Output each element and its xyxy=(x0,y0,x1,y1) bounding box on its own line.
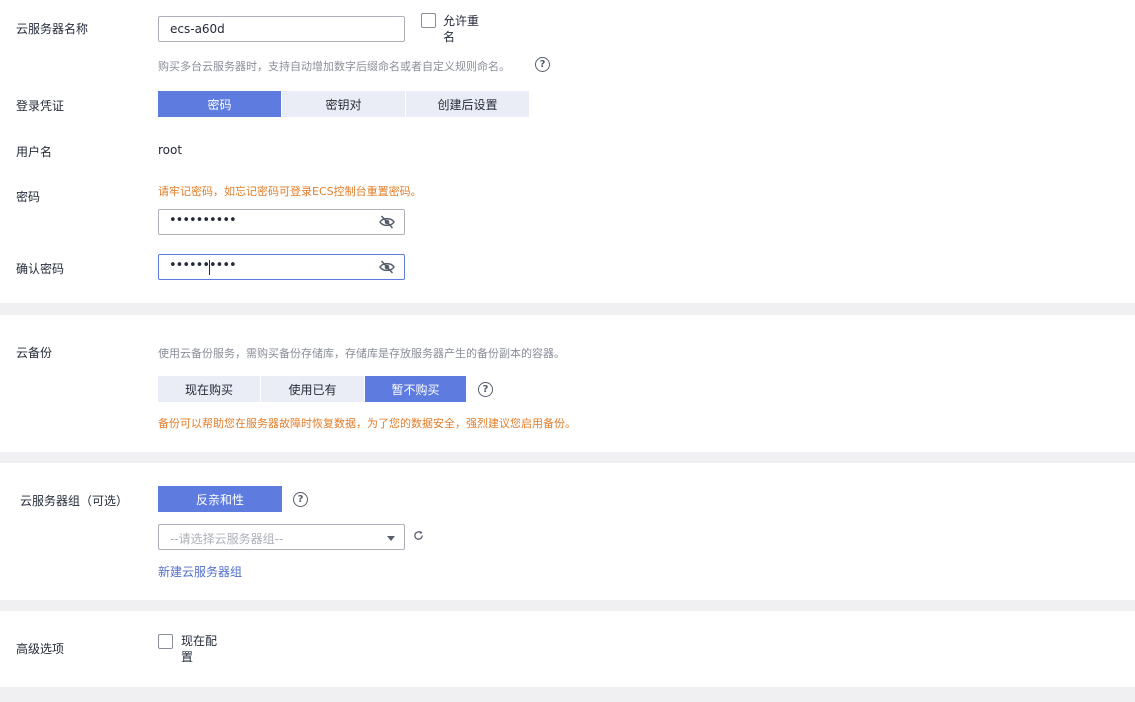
confirm-password-input[interactable]: •••••••••• xyxy=(158,254,405,280)
backup-card: 云备份 使用云备份服务，需购买备份存储库，存储库是存放服务器产生的备份副本的容器… xyxy=(0,315,1135,452)
eye-hidden-icon[interactable] xyxy=(379,215,395,229)
eye-hidden-icon[interactable] xyxy=(379,260,395,274)
allow-duplicate-checkbox[interactable] xyxy=(421,13,436,28)
help-icon[interactable]: ? xyxy=(293,492,308,507)
server-name-value: ecs-a60d xyxy=(170,22,225,36)
login-option-password[interactable]: 密码 xyxy=(158,91,281,117)
server-name-hint: 购买多台云服务器时，支持自动增加数字后缀命名或者自定义规则命名。 xyxy=(158,60,510,73)
server-group-card: 云服务器组（可选） 反亲和性 ? --请选择云服务器组-- 新建云服务器组 xyxy=(0,463,1135,600)
password-input[interactable]: •••••••••• xyxy=(158,209,405,235)
configure-now-checkbox[interactable] xyxy=(158,634,173,649)
confirm-password-mask: •••••••••• xyxy=(169,258,237,273)
password-warning: 请牢记密码，如忘记密码可登录ECS控制台重置密码。 xyxy=(158,185,422,198)
allow-duplicate-label: 允许重名 xyxy=(443,14,480,44)
login-option-later[interactable]: 创建后设置 xyxy=(406,91,529,117)
caret-down-icon xyxy=(387,536,395,541)
server-group-placeholder: --请选择云服务器组-- xyxy=(170,532,284,546)
configure-now-label: 现在配置 xyxy=(181,634,218,664)
server-name-label: 云服务器名称 xyxy=(16,22,89,36)
login-option-keypair[interactable]: 密钥对 xyxy=(282,91,405,117)
backup-option-skip[interactable]: 暂不购买 xyxy=(365,376,466,402)
advanced-label: 高级选项 xyxy=(16,642,65,656)
refresh-icon[interactable] xyxy=(413,530,424,541)
create-server-group-link[interactable]: 新建云服务器组 xyxy=(158,563,242,580)
backup-label: 云备份 xyxy=(16,346,53,360)
backup-warning: 备份可以帮助您在服务器故障时恢复数据，为了您的数据安全，强烈建议您启用备份。 xyxy=(158,417,576,430)
backup-description: 使用云备份服务，需购买备份存储库，存储库是存放服务器产生的备份副本的容器。 xyxy=(158,347,565,360)
anti-affinity-button[interactable]: 反亲和性 xyxy=(158,486,282,512)
server-group-label: 云服务器组（可选） xyxy=(20,494,129,508)
help-icon[interactable]: ? xyxy=(478,382,493,397)
login-credential-label: 登录凭证 xyxy=(16,99,65,113)
basic-config-card: 云服务器名称 ecs-a60d 允许重名 购买多台云服务器时，支持自动增加数字后… xyxy=(0,0,1135,303)
backup-option-use-existing[interactable]: 使用已有 xyxy=(261,376,364,402)
username-value: root xyxy=(158,143,183,157)
server-group-select[interactable]: --请选择云服务器组-- xyxy=(158,524,405,550)
password-mask: •••••••••• xyxy=(169,213,237,228)
server-name-input[interactable]: ecs-a60d xyxy=(158,16,405,42)
backup-option-buy-now[interactable]: 现在购买 xyxy=(158,376,260,402)
text-cursor xyxy=(209,260,210,275)
help-icon[interactable]: ? xyxy=(535,57,550,72)
username-label: 用户名 xyxy=(16,145,53,159)
password-label: 密码 xyxy=(16,190,41,204)
advanced-card: 高级选项 现在配置 xyxy=(0,611,1135,687)
confirm-password-label: 确认密码 xyxy=(16,262,65,276)
